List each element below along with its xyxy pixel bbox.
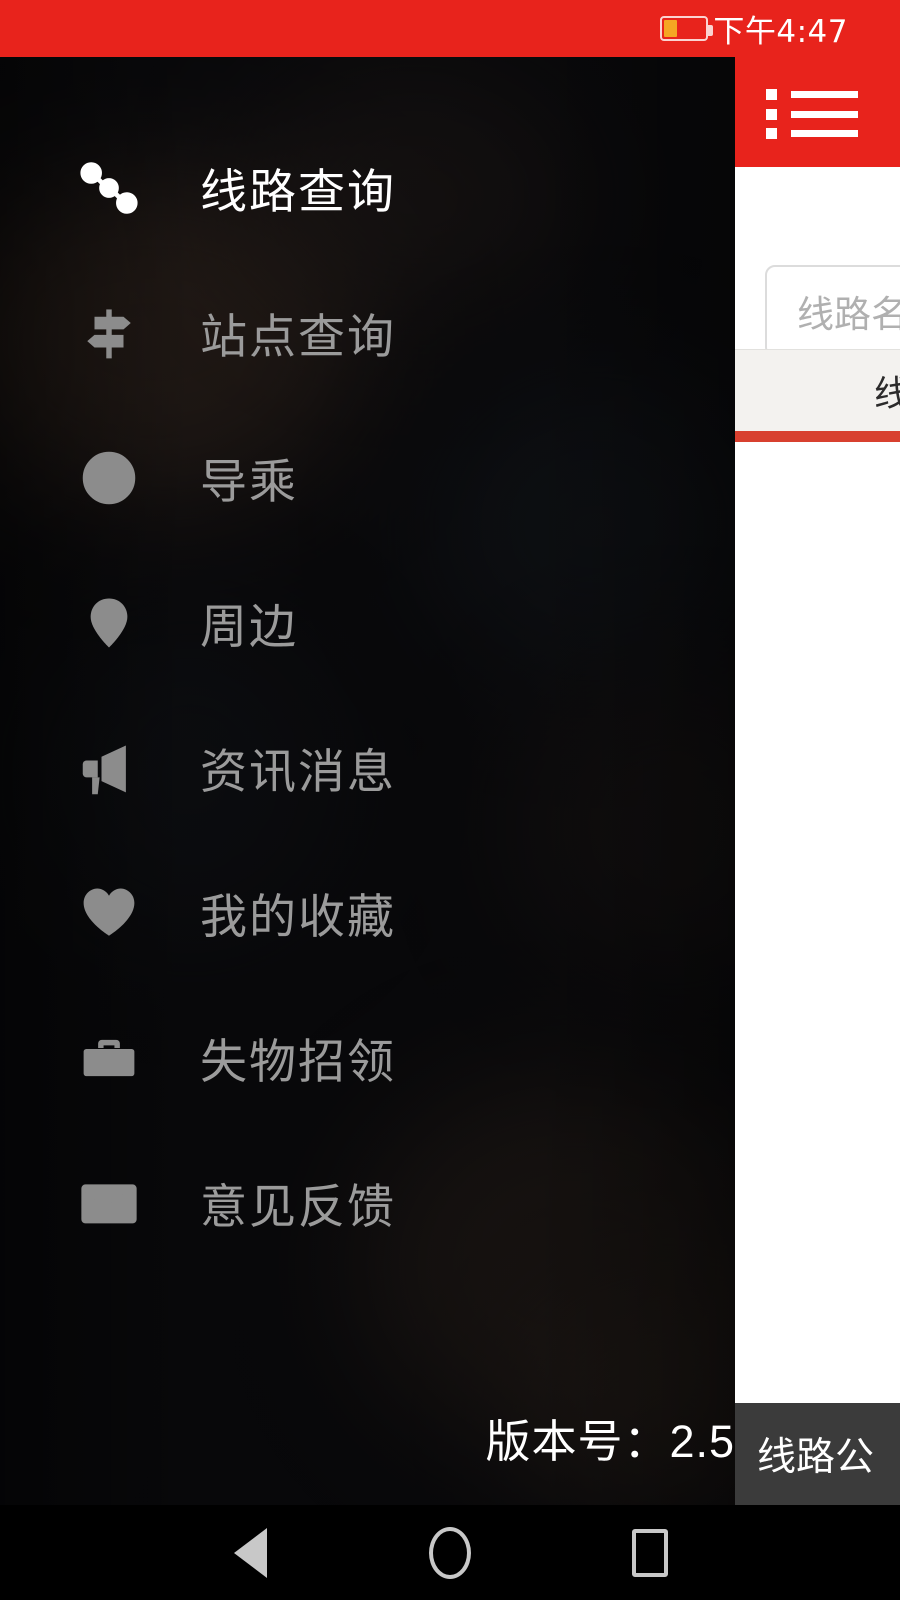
drawer-item-label: 线路查询 — [200, 165, 396, 218]
signpost-icon — [78, 302, 140, 364]
drawer-item-guide[interactable]: 导乘 — [0, 405, 735, 550]
search-input[interactable]: 线路名称 — [765, 265, 900, 357]
back-triangle-icon — [233, 1527, 267, 1578]
drawer-item-label: 周边 — [200, 600, 298, 653]
drawer-item-label: 失物招领 — [200, 1035, 396, 1088]
toast-text: 线路公 — [757, 1436, 875, 1479]
briefcase-icon — [78, 1027, 140, 1089]
list-icon-bullet — [766, 89, 777, 100]
drawer-item-feedback[interactable]: 意见反馈 — [0, 1130, 735, 1275]
recents-square-icon — [632, 1528, 668, 1577]
envelope-icon — [78, 1172, 140, 1234]
drawer-item-station-query[interactable]: 站点查询 — [0, 260, 735, 405]
battery-icon — [660, 16, 714, 41]
nav-home-button[interactable] — [350, 1526, 550, 1579]
list-icon-bullet — [766, 108, 777, 120]
list-icon-row — [766, 128, 858, 139]
status-bar-clock: 下午4:47 — [713, 14, 848, 50]
drawer-item-lost-and-found[interactable]: 失物招领 — [0, 985, 735, 1130]
version-label: 版本号：2.5 — [485, 1416, 735, 1467]
list-icon-bullet — [766, 128, 777, 139]
phone-screen: 线路名称 线路 线路公 — [0, 0, 900, 1600]
drawer-item-label: 站点查询 — [200, 310, 396, 363]
drawer-item-label: 导乘 — [200, 455, 298, 508]
nav-recents-button[interactable] — [550, 1528, 750, 1577]
home-circle-icon — [429, 1526, 471, 1579]
drawer-item-route-query[interactable]: 线路查询 — [0, 115, 735, 260]
list-icon-bar — [791, 91, 858, 98]
map-pin-icon — [78, 592, 140, 654]
navigation-drawer[interactable]: 线路查询 站点查询 导乘 周边 资讯消息 我的收藏 失物招领 意见反馈 版本号：… — [0, 57, 735, 1505]
drawer-item-label: 资讯消息 — [200, 745, 396, 798]
drawer-item-news[interactable]: 资讯消息 — [0, 695, 735, 840]
list-icon-row — [766, 108, 858, 120]
drawer-item-favorites[interactable]: 我的收藏 — [0, 840, 735, 985]
list-icon-bar — [791, 110, 858, 118]
list-icon-row — [766, 89, 858, 100]
list-icon[interactable] — [766, 89, 858, 139]
status-bar: 下午4:47 — [0, 0, 900, 57]
toast-message: 线路公 — [735, 1403, 900, 1505]
nav-back-button[interactable] — [150, 1527, 350, 1578]
route-icon — [78, 157, 140, 219]
megaphone-icon — [78, 737, 140, 799]
android-nav-bar — [0, 1505, 900, 1600]
compass-icon — [78, 447, 140, 509]
battery-level — [664, 20, 677, 37]
tab-route[interactable]: 线路 — [874, 365, 900, 417]
drawer-item-label: 我的收藏 — [200, 890, 396, 943]
list-icon-bar — [791, 130, 858, 137]
search-placeholder: 线路名称 — [797, 294, 900, 335]
drawer-item-nearby[interactable]: 周边 — [0, 550, 735, 695]
drawer-item-label: 意见反馈 — [200, 1180, 396, 1233]
heart-icon — [78, 882, 140, 944]
